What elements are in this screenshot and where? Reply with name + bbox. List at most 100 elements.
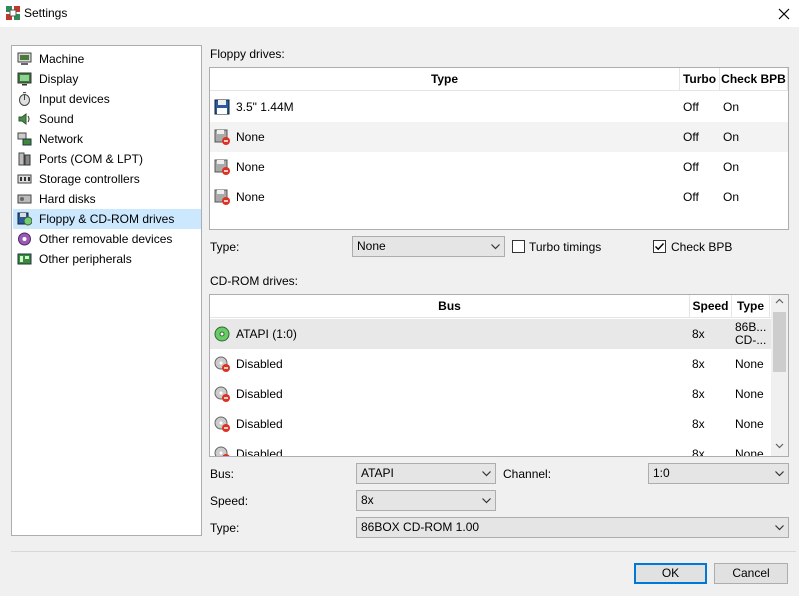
cdrom-channel-select[interactable]: 1:0 bbox=[648, 463, 789, 484]
cdrom-type-select[interactable]: 86BOX CD-ROM 1.00 bbox=[356, 517, 789, 538]
table-row[interactable]: Disabled 8x None bbox=[210, 379, 771, 409]
nav-item-removable-devices[interactable]: Other removable devices bbox=[13, 229, 201, 249]
turbo-timings-checkbox[interactable] bbox=[512, 240, 525, 253]
column-header-speed[interactable]: Speed bbox=[690, 295, 732, 317]
cdrom-speed-cell: 8x bbox=[692, 387, 705, 401]
table-row[interactable]: None Off On bbox=[210, 122, 788, 152]
nav-item-label: Sound bbox=[39, 112, 74, 126]
nav-item-hard-disks[interactable]: Hard disks bbox=[13, 189, 201, 209]
nav-item-display[interactable]: Display bbox=[13, 69, 201, 89]
floppy-type-select[interactable]: None bbox=[352, 236, 505, 257]
floppy-turbo-cell: Off bbox=[683, 190, 699, 204]
cdrom-bus-cell: Disabled bbox=[236, 387, 283, 401]
nav-item-ports[interactable]: Ports (COM & LPT) bbox=[13, 149, 201, 169]
chevron-down-icon bbox=[491, 244, 500, 250]
cdrom-section-label: CD-ROM drives: bbox=[210, 274, 299, 288]
table-row[interactable]: Disabled 8x None bbox=[210, 409, 771, 439]
cdrom-type-cell: 86B... CD-... bbox=[735, 319, 766, 349]
nav-item-label: Ports (COM & LPT) bbox=[39, 152, 144, 166]
check-bpb-checkbox[interactable] bbox=[653, 240, 666, 253]
sound-icon bbox=[18, 113, 30, 125]
nav-item-network[interactable]: Network bbox=[13, 129, 201, 149]
column-header-turbo[interactable]: Turbo bbox=[680, 68, 720, 90]
floppy-type-cell: None bbox=[236, 160, 265, 174]
hard-disks-icon bbox=[17, 194, 32, 204]
cdrom-type-line1: 86B... bbox=[735, 320, 767, 334]
floppy-turbo-cell: Off bbox=[683, 100, 699, 114]
chevron-down-icon bbox=[775, 443, 784, 449]
cdrom-channel-label: Channel: bbox=[503, 467, 552, 481]
window-title: Settings bbox=[24, 6, 68, 20]
floppy-turbo-cell: Off bbox=[683, 130, 699, 144]
table-row[interactable]: None Off On bbox=[210, 152, 788, 182]
scroll-thumb[interactable] bbox=[773, 312, 786, 372]
cdrom-bus-cell: Disabled bbox=[236, 357, 283, 371]
cdrom-bus-label: Bus: bbox=[210, 467, 235, 481]
chevron-up-icon bbox=[775, 298, 784, 304]
cdrom-bus-cell: Disabled bbox=[236, 417, 283, 431]
chevron-down-icon bbox=[482, 471, 491, 477]
table-row[interactable]: Disabled 8x None bbox=[210, 349, 771, 379]
removable-devices-icon bbox=[18, 232, 31, 246]
nav-item-machine[interactable]: Machine bbox=[13, 49, 201, 69]
cancel-button[interactable]: Cancel bbox=[714, 563, 788, 584]
nav-item-floppy-cdrom[interactable]: Floppy & CD-ROM drives bbox=[13, 209, 201, 229]
nav-item-label: Floppy & CD-ROM drives bbox=[39, 212, 175, 226]
cdrom-speed-select[interactable]: 8x bbox=[356, 490, 496, 511]
input-devices-icon bbox=[19, 92, 30, 106]
cdrom-disabled-icon bbox=[214, 356, 230, 372]
cdrom-disabled-icon bbox=[214, 416, 230, 432]
floppy-type-cell: None bbox=[236, 130, 265, 144]
floppy-disk-icon bbox=[214, 99, 230, 115]
close-button[interactable] bbox=[774, 4, 794, 24]
ok-button[interactable]: OK bbox=[634, 563, 707, 584]
nav-item-input-devices[interactable]: Input devices bbox=[13, 89, 201, 109]
table-header: Bus Speed Type bbox=[210, 295, 788, 318]
cdrom-disabled-icon bbox=[214, 386, 230, 402]
floppy-drives-table: Type Turbo Check BPB 3.5" 1.44M Off On N… bbox=[209, 67, 789, 230]
settings-nav: Machine Display Input devices Sound Netw… bbox=[11, 45, 202, 536]
cdrom-speed-cell: 8x bbox=[692, 357, 705, 371]
nav-item-label: Input devices bbox=[39, 92, 110, 106]
cdrom-bus-select[interactable]: ATAPI bbox=[356, 463, 496, 484]
nav-item-storage-controllers[interactable]: Storage controllers bbox=[13, 169, 201, 189]
floppy-type-label: Type: bbox=[210, 240, 240, 254]
floppy-check-bpb-cell: On bbox=[723, 190, 740, 204]
footer-separator bbox=[11, 551, 796, 552]
floppy-check-bpb-cell: On bbox=[723, 100, 740, 114]
table-row[interactable]: ATAPI (1:0) 8x 86B... CD-... bbox=[210, 319, 771, 349]
floppy-disabled-icon bbox=[214, 189, 230, 205]
cdrom-speed-cell: 8x bbox=[692, 447, 705, 457]
app-icon bbox=[6, 6, 20, 20]
cdrom-drives-table: Bus Speed Type ATAPI (1:0) 8x 86B... CD-.… bbox=[209, 294, 789, 457]
column-header-check-bpb[interactable]: Check BPB bbox=[720, 68, 788, 90]
cdrom-table-scrollbar[interactable] bbox=[771, 295, 788, 456]
floppy-turbo-cell: Off bbox=[683, 160, 699, 174]
ports-icon bbox=[18, 152, 31, 166]
floppy-check-bpb-cell: On bbox=[723, 130, 740, 144]
nav-item-label: Hard disks bbox=[39, 192, 96, 206]
nav-item-label: Network bbox=[39, 132, 84, 146]
cdrom-bus-value: ATAPI bbox=[361, 466, 394, 480]
turbo-timings-label: Turbo timings bbox=[529, 240, 602, 254]
floppy-disabled-icon bbox=[214, 129, 230, 145]
nav-item-sound[interactable]: Sound bbox=[13, 109, 201, 129]
column-header-bus[interactable]: Bus bbox=[210, 295, 690, 317]
table-row[interactable]: None Off On bbox=[210, 182, 788, 212]
column-header-type[interactable]: Type bbox=[732, 295, 770, 317]
floppy-type-cell: 3.5" 1.44M bbox=[236, 100, 294, 114]
scroll-up-button[interactable] bbox=[771, 295, 788, 312]
table-row[interactable]: 3.5" 1.44M Off On bbox=[210, 92, 788, 122]
table-row[interactable]: Disabled 8x None bbox=[210, 439, 771, 457]
floppy-type-value: None bbox=[357, 239, 386, 253]
chevron-down-icon bbox=[482, 498, 491, 504]
cdrom-speed-cell: 8x bbox=[692, 327, 705, 341]
nav-item-other-peripherals[interactable]: Other peripherals bbox=[13, 249, 201, 269]
floppy-type-cell: None bbox=[236, 190, 265, 204]
chevron-down-icon bbox=[775, 471, 784, 477]
column-header-type[interactable]: Type bbox=[210, 68, 680, 90]
display-icon bbox=[17, 72, 32, 86]
nav-item-label: Other removable devices bbox=[39, 232, 173, 246]
cdrom-channel-value: 1:0 bbox=[653, 466, 670, 480]
scroll-down-button[interactable] bbox=[771, 439, 788, 456]
